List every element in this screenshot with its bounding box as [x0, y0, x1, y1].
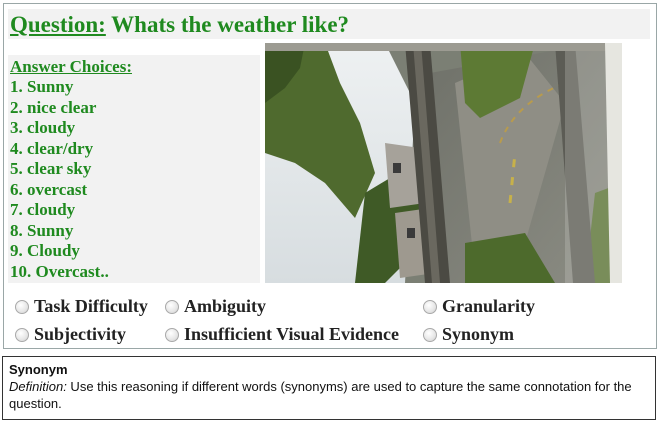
- option-subjectivity[interactable]: Subjectivity: [15, 324, 126, 345]
- definition-text: Use this reasoning if different words (s…: [9, 379, 632, 411]
- reason-options: Task Difficulty Ambiguity Granularity Su…: [15, 294, 655, 354]
- option-label: Subjectivity: [34, 324, 126, 344]
- radio-button[interactable]: [423, 299, 437, 314]
- option-label: Insufficient Visual Evidence: [184, 324, 400, 344]
- option-ambiguity[interactable]: Ambiguity: [165, 296, 266, 317]
- answer-choice: 1. Sunny: [10, 77, 74, 96]
- answer-choice: 2. nice clear: [10, 97, 97, 117]
- radio-button[interactable]: [15, 327, 29, 342]
- option-label: Granularity: [442, 296, 535, 316]
- option-label: Synonym: [442, 324, 515, 344]
- definition-label: Definition:: [9, 379, 67, 394]
- radio-button[interactable]: [165, 327, 179, 342]
- answer-choice: 4. clear/dry: [10, 138, 94, 158]
- answer-choice: 6. overcast: [10, 179, 88, 199]
- answer-choices-panel: Answer Choices: 1. Sunny 2. nice clear 3…: [8, 55, 260, 283]
- option-granularity[interactable]: Granularity: [423, 296, 535, 317]
- answer-choice: 8. Sunny: [10, 220, 74, 240]
- option-insufficient-visual-evidence[interactable]: Insufficient Visual Evidence: [165, 324, 399, 345]
- radio-button[interactable]: [423, 327, 437, 342]
- question-photo: [265, 43, 622, 283]
- option-synonym[interactable]: Synonym: [423, 324, 514, 345]
- window-view-image: [265, 43, 622, 283]
- answer-choice: 10. Overcast..: [10, 261, 109, 281]
- option-label: Task Difficulty: [34, 296, 148, 316]
- radio-button[interactable]: [15, 299, 29, 314]
- answer-choices-heading: Answer Choices:: [10, 57, 132, 76]
- question-label: Question:: [10, 12, 106, 37]
- option-label: Ambiguity: [184, 296, 267, 316]
- definition-term: Synonym: [9, 362, 68, 377]
- answer-choice: 3. cloudy: [10, 118, 76, 137]
- question-title: Question: Whats the weather like?: [10, 12, 349, 38]
- answer-choice: 5. clear sky: [10, 159, 92, 178]
- radio-button[interactable]: [165, 299, 179, 314]
- question-text: Whats the weather like?: [105, 12, 350, 37]
- answer-choices-list: 1. Sunny 2. nice clear 3. cloudy 4. clea…: [10, 77, 109, 282]
- answer-choice: 7. cloudy: [10, 200, 76, 219]
- definition-box: Synonym Definition: Use this reasoning i…: [2, 356, 656, 420]
- option-task-difficulty[interactable]: Task Difficulty: [15, 296, 148, 317]
- answer-choice: 9. Cloudy: [10, 241, 80, 260]
